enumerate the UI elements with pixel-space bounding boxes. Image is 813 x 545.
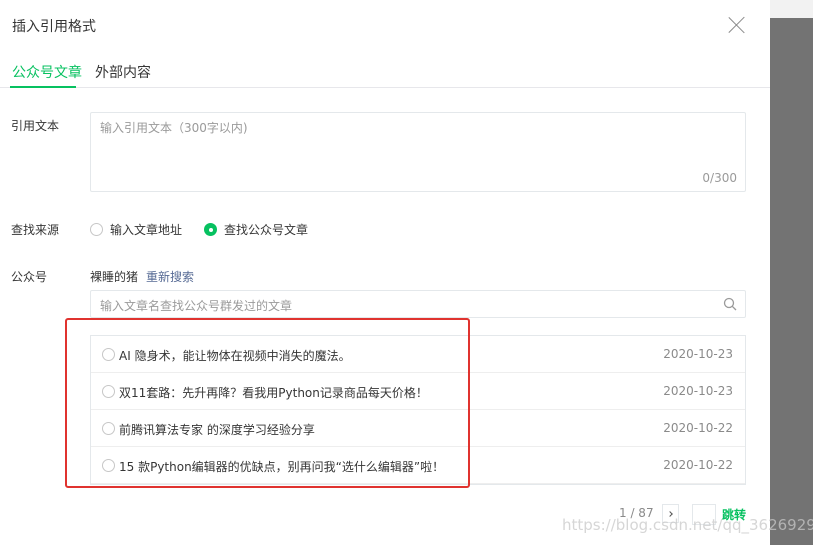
research-link[interactable]: 重新搜索	[146, 268, 194, 285]
article-date: 2020-10-22	[663, 421, 733, 435]
account-label: 公众号	[11, 270, 48, 284]
jump-button[interactable]: 跳转	[722, 506, 746, 523]
radio-checked-icon	[204, 223, 217, 236]
article-date: 2020-10-22	[663, 458, 733, 472]
radio-unchecked-icon	[90, 223, 103, 236]
radio-unchecked-icon	[102, 422, 115, 435]
dialog-title: 插入引用格式	[12, 19, 96, 35]
article-row[interactable]: 双11套路：先升再降？看我用Python记录商品每天价格！ 2020-10-23	[91, 373, 745, 410]
article-title: 前腾讯算法专家 的深度学习经验分享	[119, 423, 315, 437]
source-option-label: 查找公众号文章	[224, 223, 309, 237]
article-row[interactable]: AI 隐身术，能让物体在视频中消失的魔法。 2020-10-23	[91, 336, 745, 373]
backdrop-corner	[770, 0, 813, 18]
article-date: 2020-10-23	[663, 384, 733, 398]
page-number-input[interactable]	[692, 504, 716, 525]
source-radio-article-url[interactable]: 输入文章地址	[90, 221, 182, 238]
source-label: 查找来源	[11, 223, 60, 237]
source-radio-search-account[interactable]: 查找公众号文章	[204, 221, 308, 238]
article-title: AI 隐身术，能让物体在视频中消失的魔法。	[119, 349, 351, 363]
article-row[interactable]: 15 款Python编辑器的优缺点，别再问我“选什么编辑器”啦！ 2020-10…	[91, 447, 745, 484]
source-option-label: 输入文章地址	[110, 223, 183, 237]
quote-char-count: 0/300	[702, 171, 737, 185]
search-placeholder: 输入文章名查找公众号群发过的文章	[100, 299, 293, 313]
tab-official-account-articles[interactable]: 公众号文章	[12, 62, 82, 82]
account-name: 裸睡的猪	[90, 270, 139, 284]
article-date: 2020-10-23	[663, 347, 733, 361]
active-tab-indicator	[10, 86, 76, 88]
article-title: 15 款Python编辑器的优缺点，别再问我“选什么编辑器”啦！	[119, 460, 445, 474]
radio-unchecked-icon	[102, 385, 115, 398]
article-search-input[interactable]: 输入文章名查找公众号群发过的文章	[90, 290, 746, 318]
close-icon[interactable]	[726, 14, 748, 36]
quote-placeholder: 输入引用文本（300字以内)	[100, 121, 248, 135]
next-page-button[interactable]	[662, 504, 679, 523]
article-list: AI 隐身术，能让物体在视频中消失的魔法。 2020-10-23 双11套路：先…	[90, 335, 746, 485]
radio-unchecked-icon	[102, 348, 115, 361]
tab-bar: 公众号文章 外部内容	[0, 58, 770, 88]
insert-quote-dialog: 插入引用格式 公众号文章 外部内容 引用文本 输入引用文本（300字以内) 0/…	[0, 0, 770, 545]
quote-textarea[interactable]: 输入引用文本（300字以内) 0/300	[90, 112, 746, 192]
article-title: 双11套路：先升再降？看我用Python记录商品每天价格！	[119, 386, 428, 400]
tab-external-content[interactable]: 外部内容	[95, 62, 151, 82]
quote-text-label: 引用文本	[11, 119, 60, 133]
radio-unchecked-icon	[102, 459, 115, 472]
pagination-indicator: 1 / 87	[619, 506, 654, 520]
article-row[interactable]: 前腾讯算法专家 的深度学习经验分享 2020-10-22	[91, 410, 745, 447]
search-icon[interactable]	[723, 297, 737, 311]
